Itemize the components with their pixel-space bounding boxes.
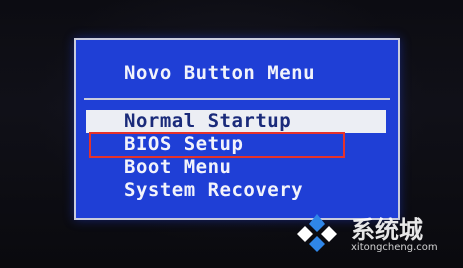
menu-item-bios-setup[interactable]: BIOS Setup [86, 133, 386, 156]
watermark-text: 系统城 [351, 216, 423, 244]
menu-item-normal-startup[interactable]: Normal Startup [86, 110, 386, 133]
watermark-url: xitongcheng.com [351, 242, 438, 253]
novo-button-menu: Novo Button Menu Normal Startup BIOS Set… [74, 38, 400, 220]
menu-list: Normal Startup BIOS Setup Boot Menu Syst… [86, 110, 386, 202]
menu-title: Novo Button Menu [124, 62, 316, 84]
menu-item-system-recovery[interactable]: System Recovery [86, 179, 386, 202]
diamond-logo-icon [297, 214, 337, 252]
menu-divider [84, 98, 390, 100]
menu-item-boot-menu[interactable]: Boot Menu [86, 156, 386, 179]
watermark: 系统城 xitongcheng.com [295, 210, 455, 258]
